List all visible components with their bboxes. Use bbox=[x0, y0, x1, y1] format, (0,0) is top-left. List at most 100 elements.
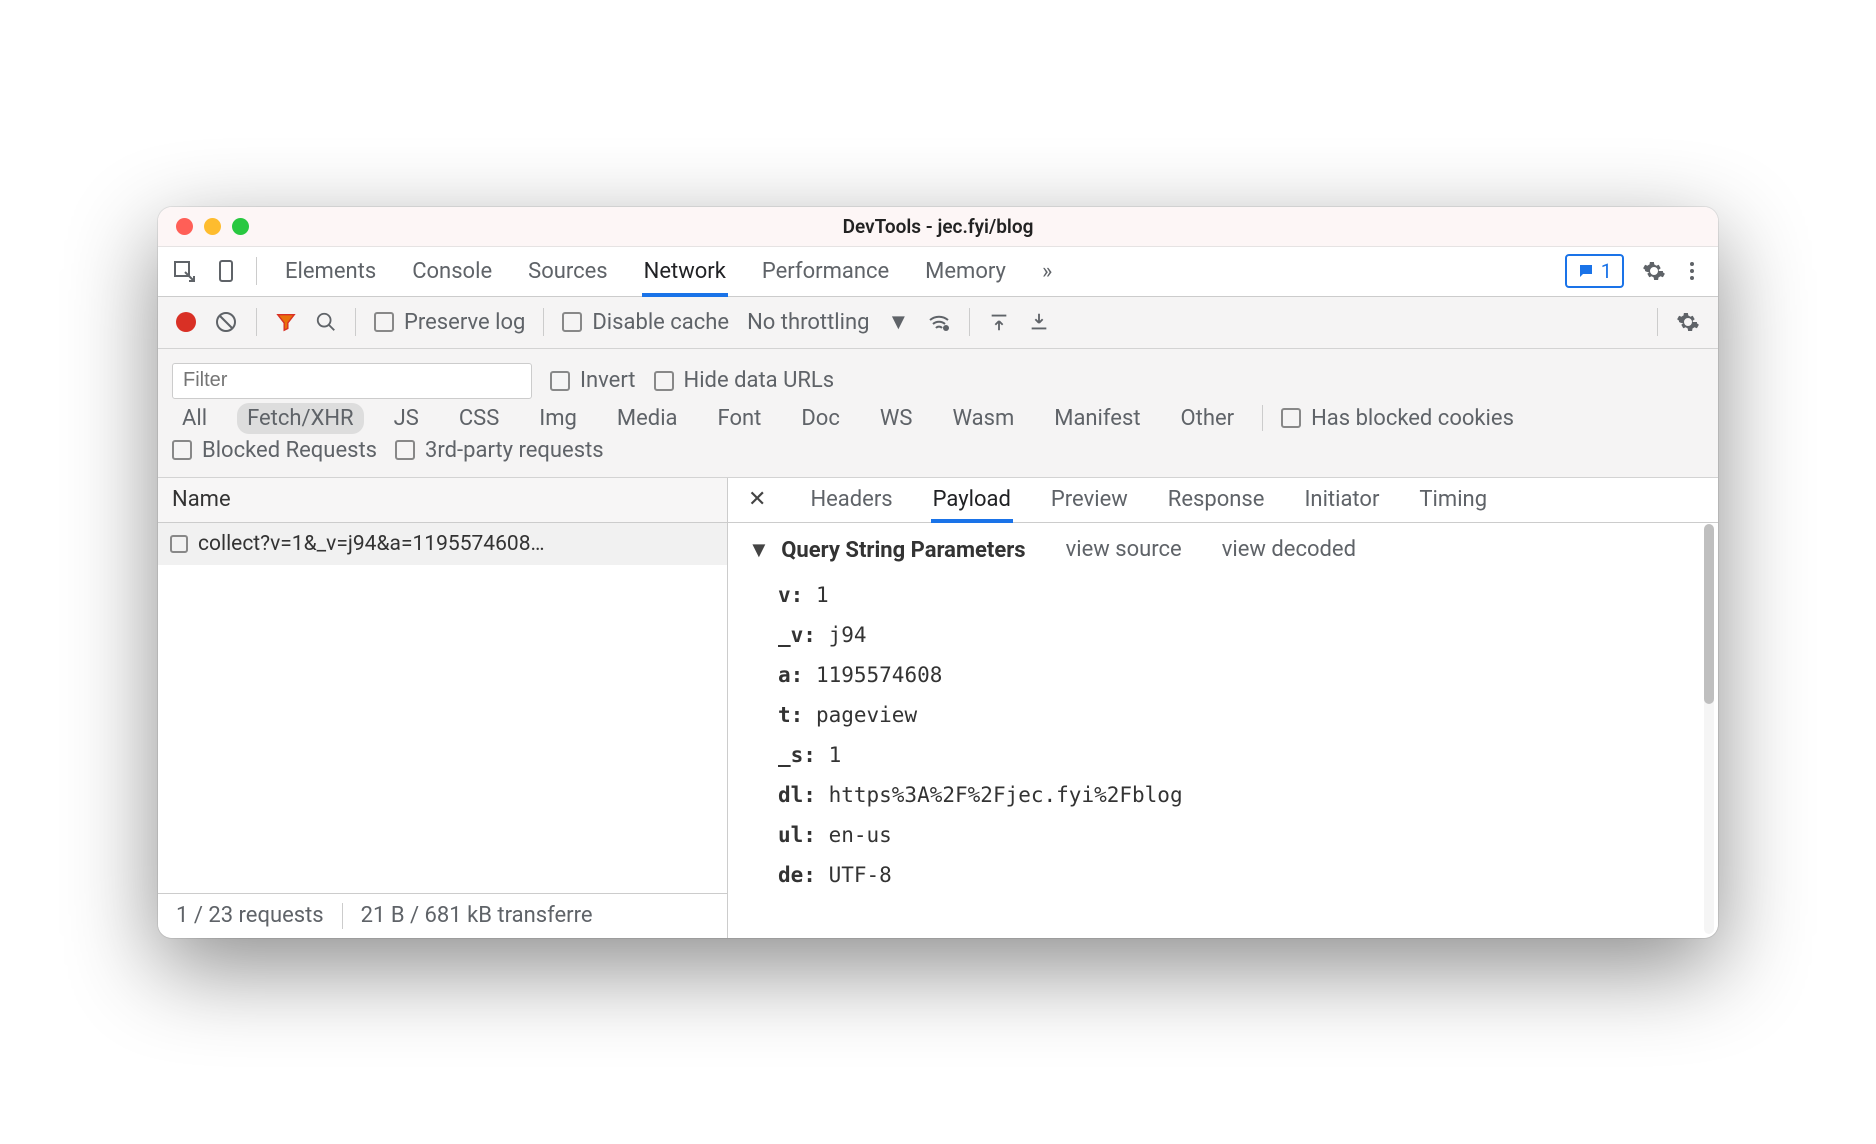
import-har-icon[interactable] bbox=[988, 311, 1010, 333]
minimize-window-button[interactable] bbox=[204, 218, 221, 235]
network-conditions-icon[interactable] bbox=[927, 310, 951, 334]
close-detail-icon[interactable]: ✕ bbox=[748, 487, 766, 512]
view-decoded-link[interactable]: view decoded bbox=[1222, 537, 1356, 562]
payload-body: ▼ Query String Parameters view source vi… bbox=[728, 523, 1718, 938]
status-bar: 1 / 23 requests 21 B / 681 kB transferre bbox=[158, 893, 727, 938]
type-css[interactable]: CSS bbox=[449, 403, 509, 434]
search-icon[interactable] bbox=[315, 311, 337, 333]
preserve-log-checkbox[interactable]: Preserve log bbox=[374, 310, 525, 335]
request-list: collect?v=1&_v=j94&a=1195574608… bbox=[158, 523, 727, 893]
param-value: 1 bbox=[816, 583, 829, 607]
checkbox-icon bbox=[654, 371, 674, 391]
checkbox-icon bbox=[550, 371, 570, 391]
view-source-link[interactable]: view source bbox=[1066, 537, 1182, 562]
param-key: ul: bbox=[778, 823, 829, 847]
query-param-row: v: 1 bbox=[778, 575, 1698, 615]
detail-tab-initiator[interactable]: Initiator bbox=[1304, 478, 1379, 522]
query-param-row: de: UTF-8 bbox=[778, 855, 1698, 895]
request-name: collect?v=1&_v=j94&a=1195574608… bbox=[198, 532, 545, 556]
type-js[interactable]: JS bbox=[384, 403, 429, 434]
request-detail-panel: ✕ Headers Payload Preview Response Initi… bbox=[728, 478, 1718, 938]
filter-input[interactable] bbox=[172, 363, 532, 399]
detail-tab-response[interactable]: Response bbox=[1168, 478, 1265, 522]
request-list-panel: Name collect?v=1&_v=j94&a=1195574608… 1 … bbox=[158, 478, 728, 938]
detail-tab-timing[interactable]: Timing bbox=[1419, 478, 1487, 522]
type-font[interactable]: Font bbox=[708, 403, 772, 434]
maximize-window-button[interactable] bbox=[232, 218, 249, 235]
invert-checkbox[interactable]: Invert bbox=[550, 368, 636, 393]
export-har-icon[interactable] bbox=[1028, 311, 1050, 333]
disable-cache-checkbox[interactable]: Disable cache bbox=[562, 310, 729, 335]
third-party-checkbox[interactable]: 3rd-party requests bbox=[395, 438, 604, 463]
throttling-select[interactable]: No throttling ▼ bbox=[747, 309, 909, 335]
main-tabbar: Elements Console Sources Network Perform… bbox=[158, 247, 1718, 297]
query-param-row: _s: 1 bbox=[778, 735, 1698, 775]
hide-data-urls-checkbox[interactable]: Hide data URLs bbox=[654, 368, 835, 393]
filter-toggle-icon[interactable] bbox=[275, 311, 297, 333]
tab-elements[interactable]: Elements bbox=[285, 247, 376, 296]
payload-section-header[interactable]: ▼ Query String Parameters view source vi… bbox=[748, 537, 1698, 563]
type-doc[interactable]: Doc bbox=[791, 403, 850, 434]
checkbox-icon bbox=[395, 440, 415, 460]
transfer-size: 21 B / 681 kB transferre bbox=[361, 903, 593, 928]
param-value: UTF-8 bbox=[829, 863, 892, 887]
network-settings-icon[interactable] bbox=[1676, 310, 1700, 334]
kebab-menu-icon[interactable] bbox=[1680, 259, 1704, 283]
type-other[interactable]: Other bbox=[1171, 403, 1245, 434]
chevron-down-icon: ▼ bbox=[887, 309, 909, 335]
param-key: v: bbox=[778, 583, 816, 607]
query-params-list: v: 1_v: j94a: 1195574608t: pageview_s: 1… bbox=[748, 575, 1698, 895]
divider bbox=[1262, 405, 1263, 431]
devtools-window: DevTools - jec.fyi/blog Elements Console… bbox=[158, 207, 1718, 938]
request-count: 1 / 23 requests bbox=[176, 903, 324, 928]
tab-console[interactable]: Console bbox=[412, 247, 492, 296]
close-window-button[interactable] bbox=[176, 218, 193, 235]
type-manifest[interactable]: Manifest bbox=[1044, 403, 1150, 434]
device-toggle-icon[interactable] bbox=[214, 259, 238, 283]
param-value: https%3A%2F%2Fjec.fyi%2Fblog bbox=[829, 783, 1183, 807]
inspect-element-icon[interactable] bbox=[172, 259, 196, 283]
tab-network[interactable]: Network bbox=[644, 247, 726, 296]
network-toolbar: Preserve log Disable cache No throttling… bbox=[158, 297, 1718, 349]
issues-count: 1 bbox=[1601, 259, 1612, 283]
param-value: en-us bbox=[829, 823, 892, 847]
filter-bar: Invert Hide data URLs All Fetch/XHR JS C… bbox=[158, 349, 1718, 478]
param-value: 1 bbox=[829, 743, 842, 767]
query-param-row: t: pageview bbox=[778, 695, 1698, 735]
tab-sources[interactable]: Sources bbox=[528, 247, 608, 296]
blocked-requests-checkbox[interactable]: Blocked Requests bbox=[172, 438, 377, 463]
detail-tab-headers[interactable]: Headers bbox=[810, 478, 892, 522]
detail-tabs: ✕ Headers Payload Preview Response Initi… bbox=[728, 478, 1718, 523]
tab-memory[interactable]: Memory bbox=[925, 247, 1006, 296]
divider bbox=[969, 308, 970, 336]
checkbox-icon bbox=[562, 312, 582, 332]
query-param-row: dl: https%3A%2F%2Fjec.fyi%2Fblog bbox=[778, 775, 1698, 815]
detail-tab-payload[interactable]: Payload bbox=[933, 478, 1011, 522]
scrollbar-thumb[interactable] bbox=[1704, 524, 1714, 704]
divider bbox=[342, 903, 343, 929]
type-media[interactable]: Media bbox=[607, 403, 688, 434]
record-button[interactable] bbox=[176, 312, 196, 332]
type-fetch-xhr[interactable]: Fetch/XHR bbox=[237, 403, 364, 434]
settings-icon[interactable] bbox=[1642, 259, 1666, 283]
type-img[interactable]: Img bbox=[529, 403, 587, 434]
request-list-header[interactable]: Name bbox=[158, 478, 727, 523]
divider bbox=[355, 308, 356, 336]
param-value: j94 bbox=[829, 623, 867, 647]
query-param-row: ul: en-us bbox=[778, 815, 1698, 855]
request-type-icon bbox=[170, 535, 188, 553]
type-ws[interactable]: WS bbox=[870, 403, 923, 434]
main-tablist: Elements Console Sources Network Perform… bbox=[285, 247, 1052, 296]
type-wasm[interactable]: Wasm bbox=[942, 403, 1024, 434]
traffic-lights bbox=[176, 218, 249, 235]
clear-icon[interactable] bbox=[214, 310, 238, 334]
issues-badge[interactable]: 1 bbox=[1565, 254, 1624, 288]
request-row[interactable]: collect?v=1&_v=j94&a=1195574608… bbox=[158, 523, 727, 565]
divider bbox=[1657, 308, 1658, 336]
tab-performance[interactable]: Performance bbox=[762, 247, 889, 296]
has-blocked-cookies-checkbox[interactable]: Has blocked cookies bbox=[1281, 406, 1514, 431]
detail-tab-preview[interactable]: Preview bbox=[1051, 478, 1128, 522]
type-all[interactable]: All bbox=[172, 403, 217, 434]
tab-more[interactable]: » bbox=[1042, 247, 1052, 296]
section-title: Query String Parameters bbox=[781, 538, 1025, 563]
